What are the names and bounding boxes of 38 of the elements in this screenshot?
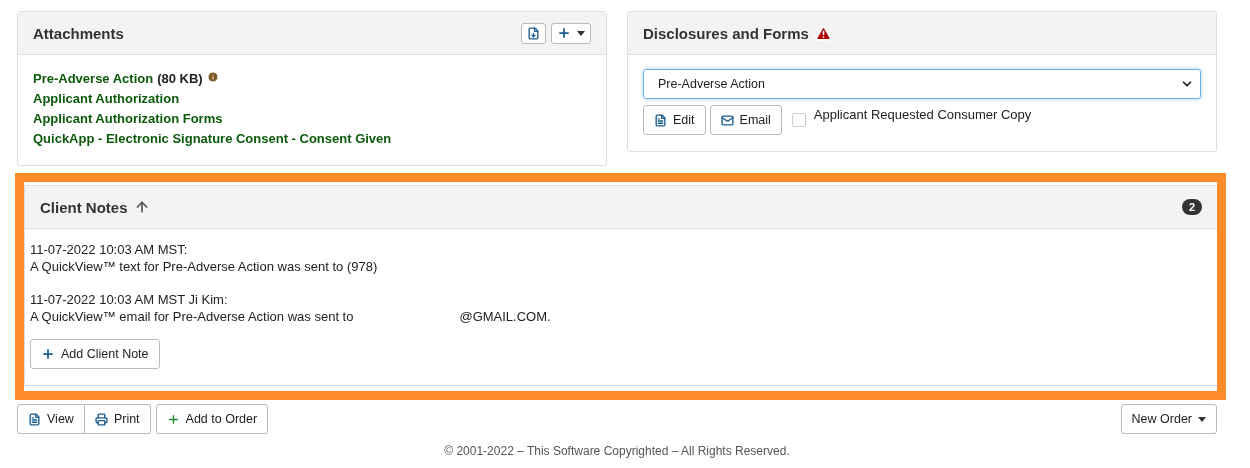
document-icon [654, 113, 667, 127]
add-menu-button[interactable] [551, 22, 591, 44]
note-header: 11-07-2022 10:03 AM MST: [30, 241, 189, 258]
print-button[interactable]: Print [84, 404, 151, 434]
panel-title: Disclosures and Forms [643, 24, 809, 42]
download-icon [527, 26, 540, 40]
note-text: A QuickView™ text for Pre-Adverse Action was sent to (978) [30, 258, 378, 275]
download-button[interactable] [521, 22, 546, 44]
plus-icon [41, 347, 55, 361]
note-header: 11-07-2022 10:03 AM MST Ji Kim: [30, 291, 229, 308]
printer-icon [94, 412, 108, 426]
caret-icon [1198, 416, 1206, 422]
edit-button[interactable]: Edit [643, 105, 706, 135]
attachment-link[interactable]: QuickApp - Electronic Signature Consent - Consent Given [33, 129, 392, 149]
consumer-copy-checkbox[interactable] [791, 113, 806, 127]
checkbox-label: Applicant Requested Consumer Copy [813, 106, 1032, 124]
document-icon [28, 412, 41, 426]
envelope-icon [720, 113, 734, 127]
add-note-button[interactable]: Add Client Note [30, 339, 160, 369]
email-button[interactable]: Email [709, 105, 782, 135]
plus-icon [557, 26, 571, 40]
note-text: A QuickView™ email for Pre-Adverse Action was sent to [30, 308, 354, 325]
file-size: (80 KB) [157, 70, 203, 88]
panel-title: Client Notes [40, 198, 128, 216]
view-button[interactable]: View [17, 404, 85, 434]
plus-icon [166, 412, 180, 426]
caret-icon [577, 30, 585, 36]
note-count: 2 [1181, 199, 1202, 215]
attachment-link[interactable]: Applicant Authorization [33, 89, 180, 109]
attachment-link[interactable]: Applicant Authorization Forms [33, 109, 223, 129]
new-order-button[interactable]: New Order [1120, 404, 1217, 434]
copyright-text: © 2001-2022 – This Software Copyrighted – All Rights Reserved. [444, 444, 790, 458]
attachment-link[interactable]: Pre-Adverse Action [33, 69, 154, 89]
form-select[interactable]: Pre-Adverse Action [643, 69, 1201, 99]
info-icon[interactable] [206, 71, 219, 83]
email-domain: @GMAIL.COM. [459, 308, 551, 325]
add-to-order-button[interactable]: Add to Order [155, 404, 269, 434]
panel-title: Attachments [33, 24, 124, 42]
